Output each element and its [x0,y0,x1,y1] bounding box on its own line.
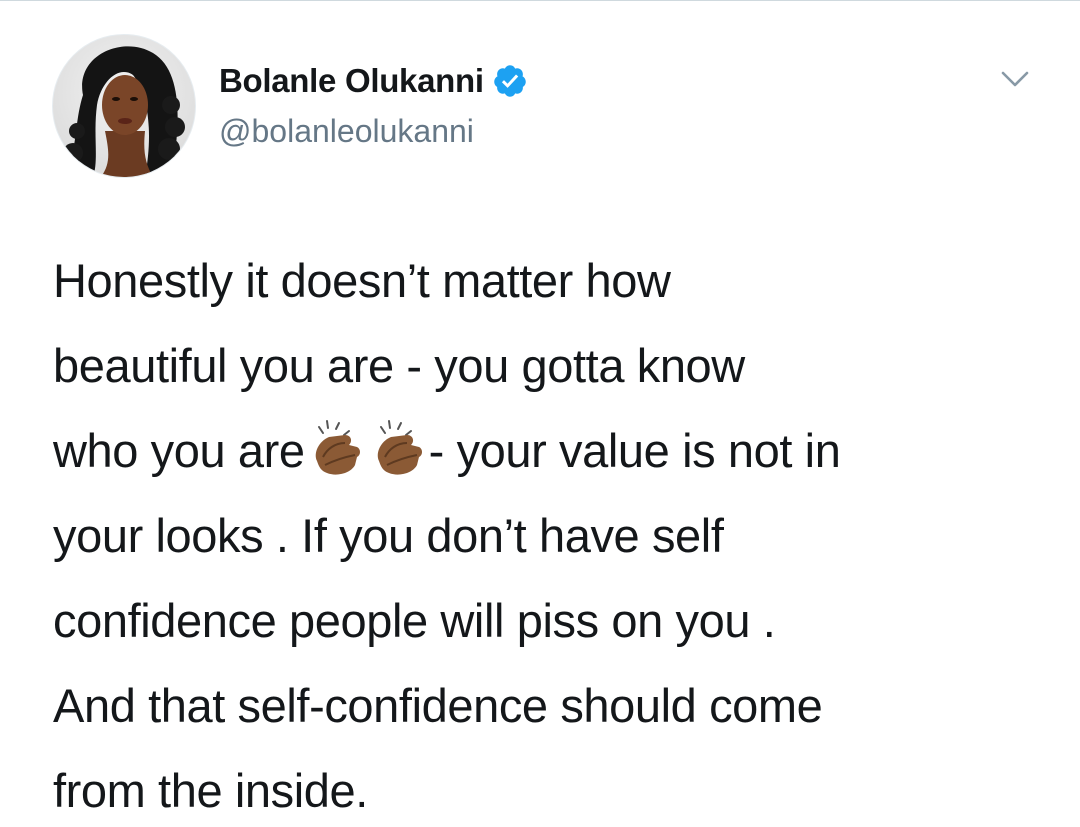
clapping-hands-icon [305,417,367,479]
avatar-photo [53,35,195,177]
tweet-line: beautiful you are - you gotta know [53,339,745,392]
author-name-row: Bolanle Olukanni [219,56,528,106]
verified-badge-icon [492,63,528,99]
tweet-text: Honestly it doesn’t matter how beautiful… [53,238,1053,827]
tweet-line: your looks . If you don’t have self [53,509,724,562]
tweet-line: And that self-confidence should come [53,679,823,732]
author-display-name[interactable]: Bolanle Olukanni [219,62,484,100]
tweet-line: from the inside. [53,764,368,817]
tweet-card: Bolanle Olukanni @bolanleolukanni Honest… [0,0,1080,827]
avatar[interactable] [52,34,196,178]
tweet-line-segment: who you are [53,424,305,477]
tweet-line: Honestly it doesn’t matter how [53,254,671,307]
author-handle[interactable]: @bolanleolukanni [219,113,474,150]
chevron-down-icon[interactable] [998,61,1032,95]
clapping-hands-icon [367,417,429,479]
tweet-line: who you are - your value is not in [53,408,1053,493]
tweet-line: confidence people will piss on you . [53,594,776,647]
tweet-line-segment: - your value is not in [428,424,841,477]
